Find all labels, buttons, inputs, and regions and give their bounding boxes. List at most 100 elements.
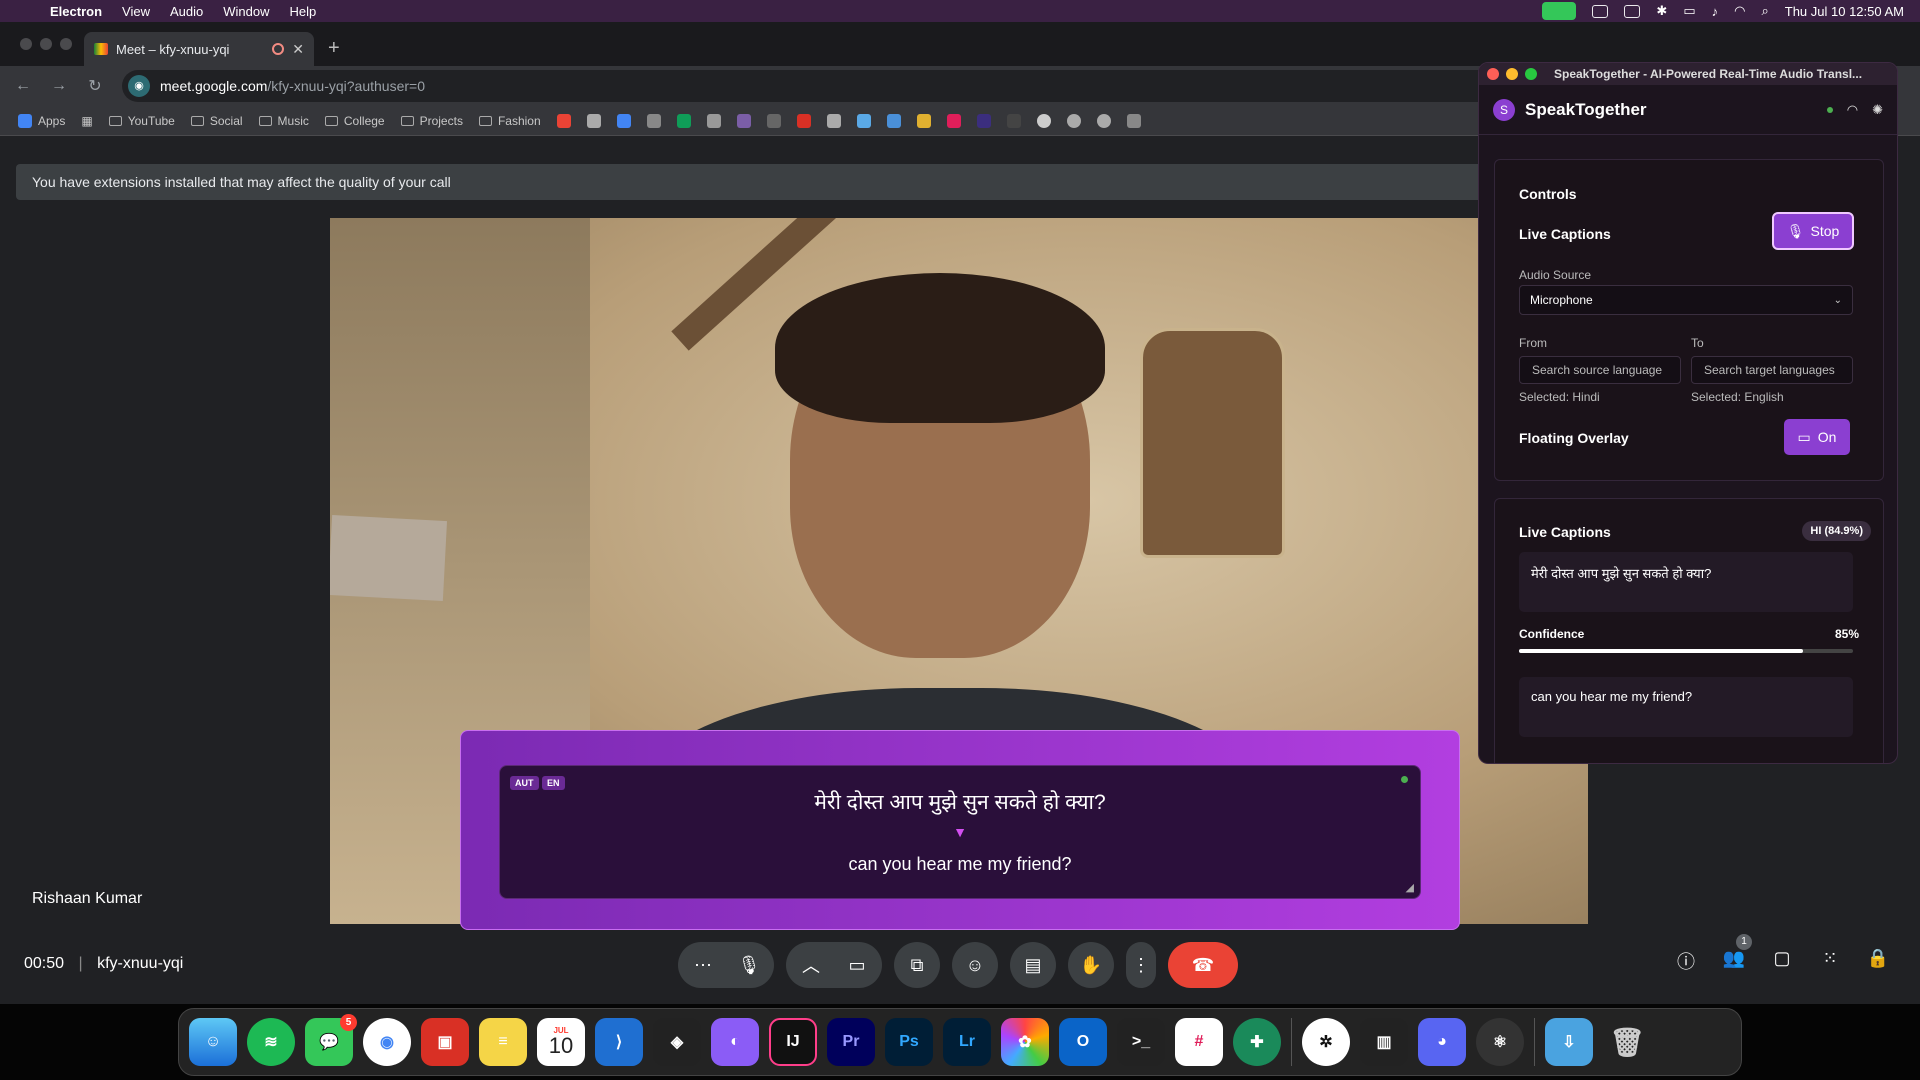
status-tray-icon[interactable] [1592,4,1609,18]
bookmark-folder-fashion[interactable]: Fashion [478,114,541,128]
more-video-options-icon[interactable]: ︿ [788,952,834,978]
spotify-icon[interactable]: ≋ [247,1018,295,1066]
messages-icon[interactable]: 💬 5 [305,1014,357,1066]
intellij-icon[interactable]: IJ [769,1018,817,1066]
audio-source-select[interactable]: Microphone ⌄ [1519,285,1853,315]
status-tray-icon[interactable] [1624,4,1641,18]
site-bookmark-icon[interactable] [796,113,811,128]
host-controls-icon[interactable]: 🔒 [1866,948,1890,972]
menu-view[interactable]: View [112,4,160,19]
microphone-icon[interactable]: 🎙 [726,955,772,976]
site-bookmark-icon[interactable] [976,113,991,128]
camera-icon[interactable]: ▭ [834,955,880,976]
close-tab-icon[interactable]: ✕ [292,41,304,58]
bluetooth-icon[interactable]: ✱ [1656,3,1667,19]
finder-icon[interactable]: ☺ [189,1018,237,1066]
target-language-search[interactable]: Search target languages [1691,356,1853,384]
meeting-details-icon[interactable]: ⓘ [1674,948,1698,972]
bookmark-folder-music[interactable]: Music [258,114,309,128]
github-bookmark-icon[interactable] [1036,113,1051,128]
minimize-window-icon[interactable] [1506,68,1518,80]
leave-call-icon[interactable]: ☎ [1168,942,1238,988]
slack-bookmark-icon[interactable] [946,113,961,128]
source-language-search[interactable]: Search source language [1519,356,1681,384]
volume-icon[interactable]: ♪ [1712,4,1719,19]
docs-bookmark-icon[interactable] [616,113,631,128]
maximize-window-icon[interactable] [1525,68,1537,80]
chat-icon[interactable]: ▢ [1770,948,1794,972]
terminal-icon[interactable]: >_ [1117,1018,1165,1066]
menu-clock[interactable]: Thu Jul 10 12:50 AM [1785,4,1904,19]
present-screen-icon[interactable]: ⧉ [894,942,940,988]
site-bookmark-icon[interactable] [586,113,601,128]
sheets-bookmark-icon[interactable] [676,113,691,128]
lightroom-icon[interactable]: Lr [943,1018,991,1066]
forward-icon[interactable]: → [50,77,68,95]
floating-caption-overlay[interactable]: AUT EN मेरी दोस्त आप मुझे सुन सकते हो क्… [460,730,1460,930]
bookmark-folder-college[interactable]: College [324,114,385,128]
vscode-icon[interactable]: ⟩ [595,1018,643,1066]
bookmark-grid-icon[interactable]: ▦ [81,114,92,128]
site-bookmark-icon[interactable] [646,113,661,128]
gmail-bookmark-icon[interactable] [556,113,571,128]
bookmark-folder-projects[interactable]: Projects [400,114,463,128]
battery-icon[interactable]: ▭ [1683,3,1695,19]
electron-icon[interactable]: ⚛ [1476,1018,1524,1066]
notes-icon[interactable]: ≡ [479,1018,527,1066]
more-audio-options-icon[interactable]: ⋯ [680,955,726,976]
site-bookmark-icon[interactable] [1126,113,1141,128]
photo-booth-icon[interactable]: ▣ [421,1018,469,1066]
site-bookmark-icon[interactable] [1096,113,1111,128]
site-bookmark-icon[interactable] [1066,113,1081,128]
more-options-icon[interactable]: ⋮ [1126,942,1156,988]
settings-icon[interactable]: ✺ [1872,102,1883,118]
bookmark-folder-social[interactable]: Social [190,114,243,128]
raise-hand-icon[interactable]: ✋ [1068,942,1114,988]
bookmark-folder-youtube[interactable]: YouTube [108,114,175,128]
site-bookmark-icon[interactable] [766,113,781,128]
tab-meet[interactable]: Meet – kfy-xnuu-yqi ✕ [84,32,314,66]
chrome-icon[interactable]: ◉ [363,1018,411,1066]
trash-icon[interactable]: 🗑 [1603,1018,1651,1066]
photos-icon[interactable]: ✿ [1001,1018,1049,1066]
github-desktop-icon[interactable]: ◐ [711,1018,759,1066]
emoji-reaction-icon[interactable]: ☺ [952,942,998,988]
spotlight-search-icon[interactable]: ⌕ [1761,3,1768,19]
address-bar[interactable]: ◉ meet.google.com /kfy-xnuu-yqi?authuser… [122,70,1572,102]
maximize-window-icon[interactable] [60,38,72,50]
premiere-pro-icon[interactable]: Pr [827,1018,875,1066]
cluster-app-icon[interactable]: ✚ [1233,1018,1281,1066]
close-window-icon[interactable] [20,38,32,50]
site-bookmark-icon[interactable] [886,113,901,128]
slack-icon[interactable]: # [1175,1018,1223,1066]
site-bookmark-icon[interactable] [856,113,871,128]
reload-icon[interactable]: ↻ [86,76,104,96]
menu-window[interactable]: Window [213,4,279,19]
minimize-window-icon[interactable] [40,38,52,50]
site-bookmark-icon[interactable] [706,113,721,128]
site-bookmark-icon[interactable] [736,113,751,128]
site-info-icon[interactable]: ◉ [128,75,150,97]
close-window-icon[interactable] [1487,68,1499,80]
new-tab-button[interactable]: + [314,37,354,66]
discord-icon[interactable]: ◕ [1418,1018,1466,1066]
activities-icon[interactable]: ⁙ [1818,948,1842,972]
floating-overlay-toggle[interactable]: ▭ On [1784,419,1850,455]
x-bookmark-icon[interactable] [1006,113,1021,128]
bookmark-apps[interactable]: Apps [18,113,65,128]
unity-icon[interactable]: ◈ [653,1018,701,1066]
resize-handle-icon[interactable]: ◢ [1406,881,1414,894]
people-icon[interactable]: 👥 1 [1722,934,1752,972]
captions-icon[interactable]: ▤ [1010,942,1056,988]
piano-app-icon[interactable]: ▥ [1360,1018,1408,1066]
wifi-icon[interactable]: ◠ [1734,3,1745,19]
back-icon[interactable]: ← [14,77,32,95]
stop-captions-button[interactable]: 🎙 Stop [1772,212,1854,250]
calendar-icon[interactable]: JUL 10 [537,1018,585,1066]
menu-app-name[interactable]: Electron [40,4,112,19]
photoshop-icon[interactable]: Ps [885,1018,933,1066]
chatgpt-icon[interactable]: ✲ [1302,1018,1350,1066]
outlook-icon[interactable]: O [1059,1018,1107,1066]
menu-help[interactable]: Help [279,4,326,19]
camera-in-use-icon[interactable] [1542,2,1577,20]
